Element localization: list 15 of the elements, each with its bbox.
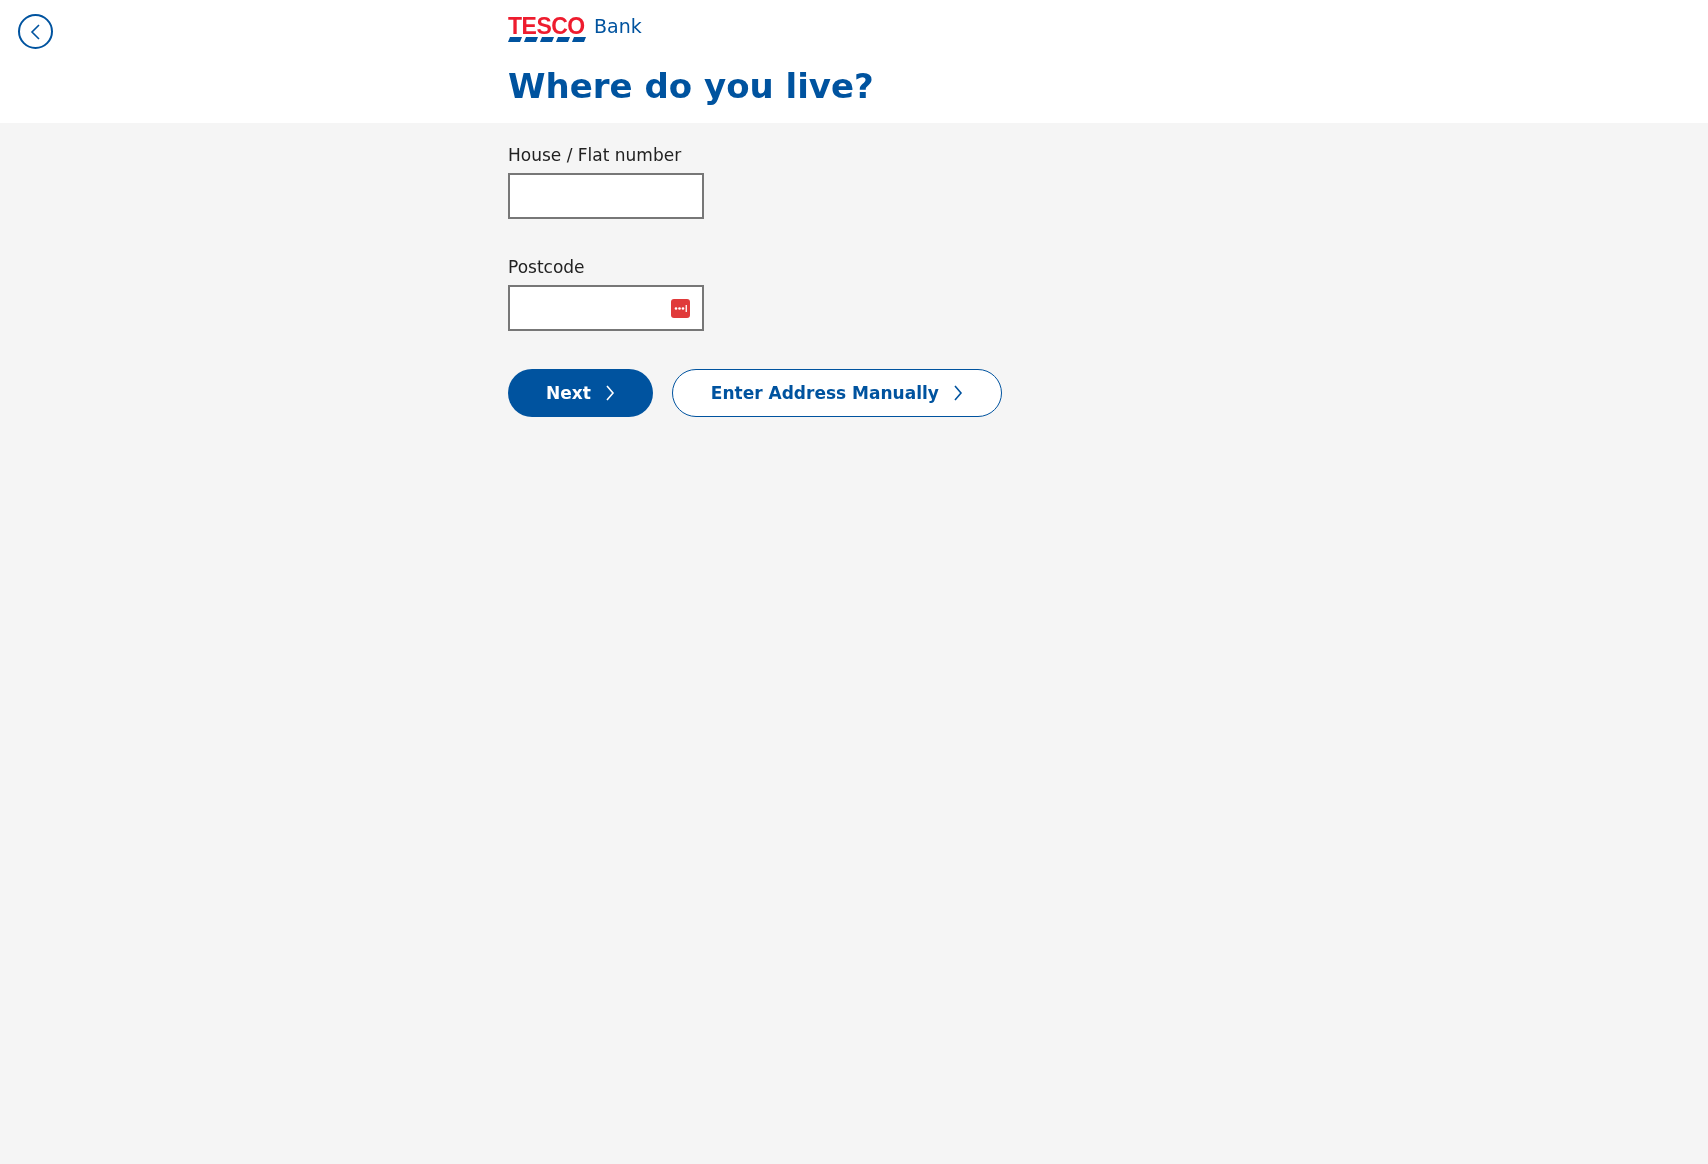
back-button[interactable] xyxy=(18,14,53,49)
logo-text: Bank xyxy=(594,16,642,36)
password-manager-icon[interactable] xyxy=(671,299,690,318)
chevron-left-icon xyxy=(28,23,43,40)
field-label: Postcode xyxy=(508,257,586,277)
input-field[interactable] xyxy=(508,285,704,331)
chevron-right-icon xyxy=(604,385,615,401)
chevron-right-icon xyxy=(952,385,963,401)
logo-wordmark: TESCO xyxy=(508,16,586,36)
input-field[interactable] xyxy=(508,173,704,219)
manual-address-button[interactable]: Enter Address Manually xyxy=(671,369,1002,417)
field-label: House / Flat number xyxy=(508,145,683,165)
page-title: Where do you live? xyxy=(508,66,874,106)
next-button[interactable]: Next xyxy=(508,369,653,417)
stripes-icon xyxy=(508,37,586,42)
